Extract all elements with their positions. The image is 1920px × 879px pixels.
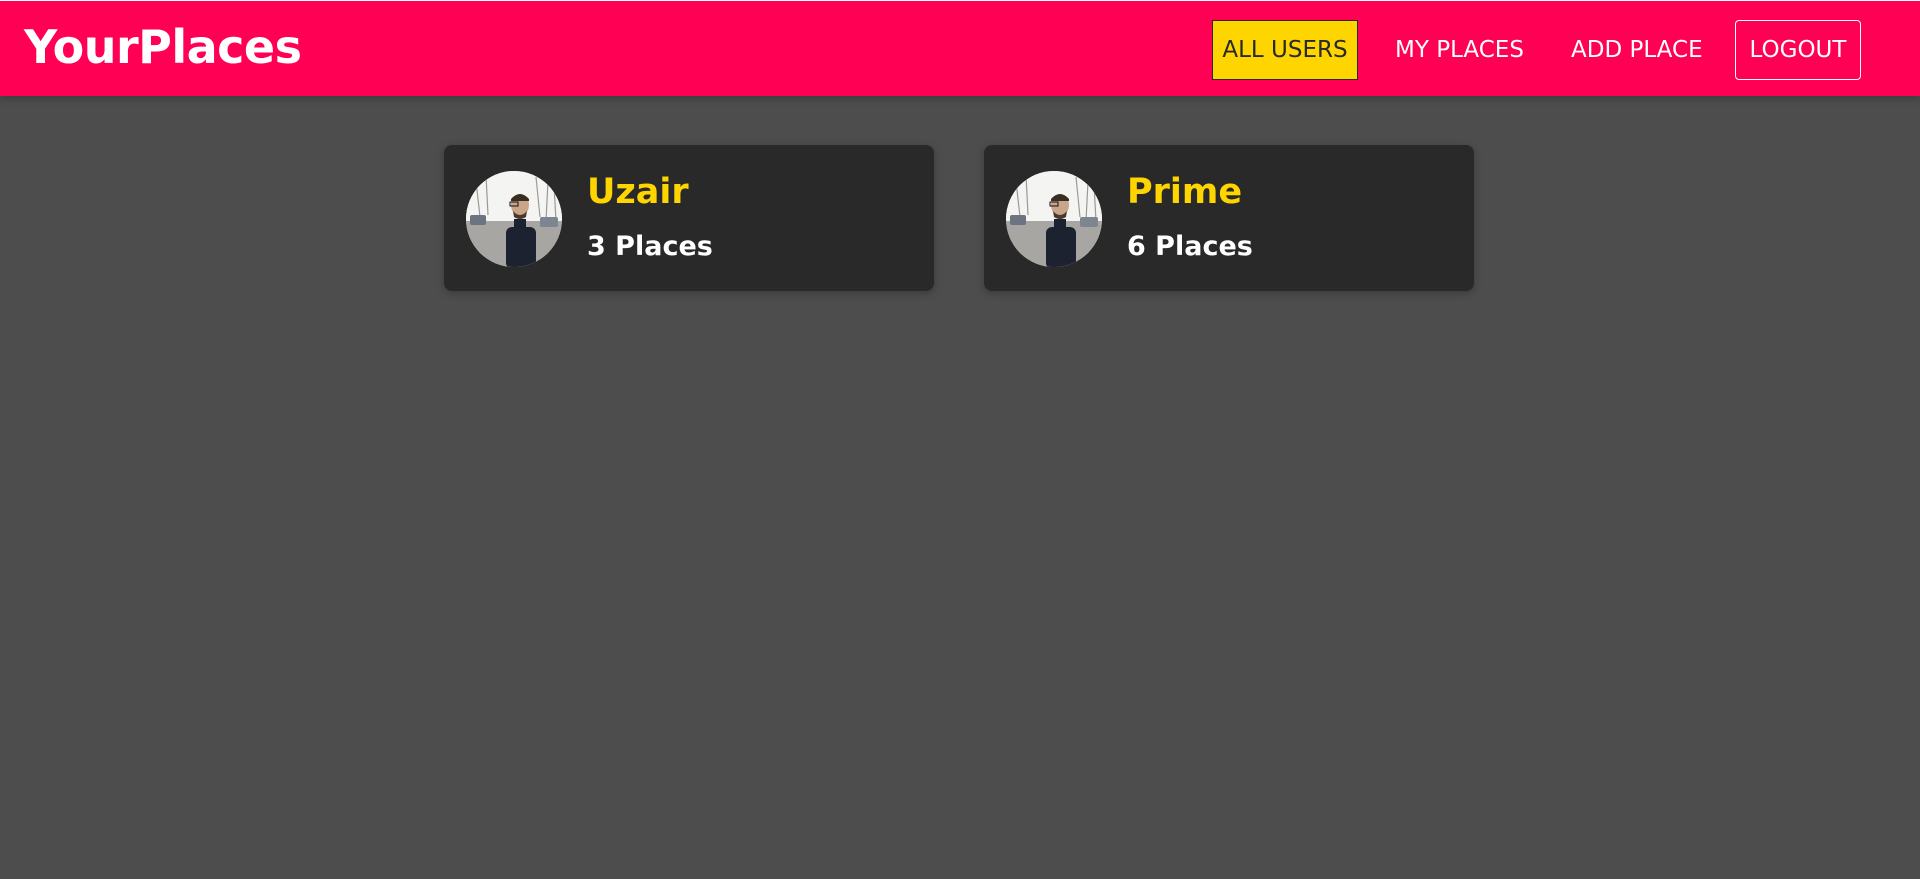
- nav-all-users[interactable]: ALL USERS: [1212, 20, 1358, 80]
- brand-logo-link[interactable]: YourPlaces: [24, 20, 302, 75]
- avatar-icon: [1006, 171, 1102, 267]
- user-name: Prime: [1127, 172, 1243, 212]
- user-card-uzair[interactable]: Uzair 3 Places: [444, 145, 934, 291]
- nav-add-place[interactable]: ADD PLACE: [1570, 20, 1704, 80]
- main-header: YourPlaces ALL USERS MY PLACES ADD PLACE…: [0, 0, 1920, 96]
- user-place-count: 3 Places: [587, 231, 713, 262]
- user-card-prime[interactable]: Prime 6 Places: [984, 145, 1474, 291]
- user-avatar-image: [1006, 171, 1102, 267]
- user-avatar-image: [466, 171, 562, 267]
- user-name: Uzair: [587, 172, 689, 212]
- logout-button[interactable]: LOGOUT: [1735, 20, 1861, 80]
- user-place-count: 6 Places: [1127, 231, 1253, 262]
- avatar-icon: [466, 171, 562, 267]
- nav-my-places[interactable]: MY PLACES: [1394, 20, 1525, 80]
